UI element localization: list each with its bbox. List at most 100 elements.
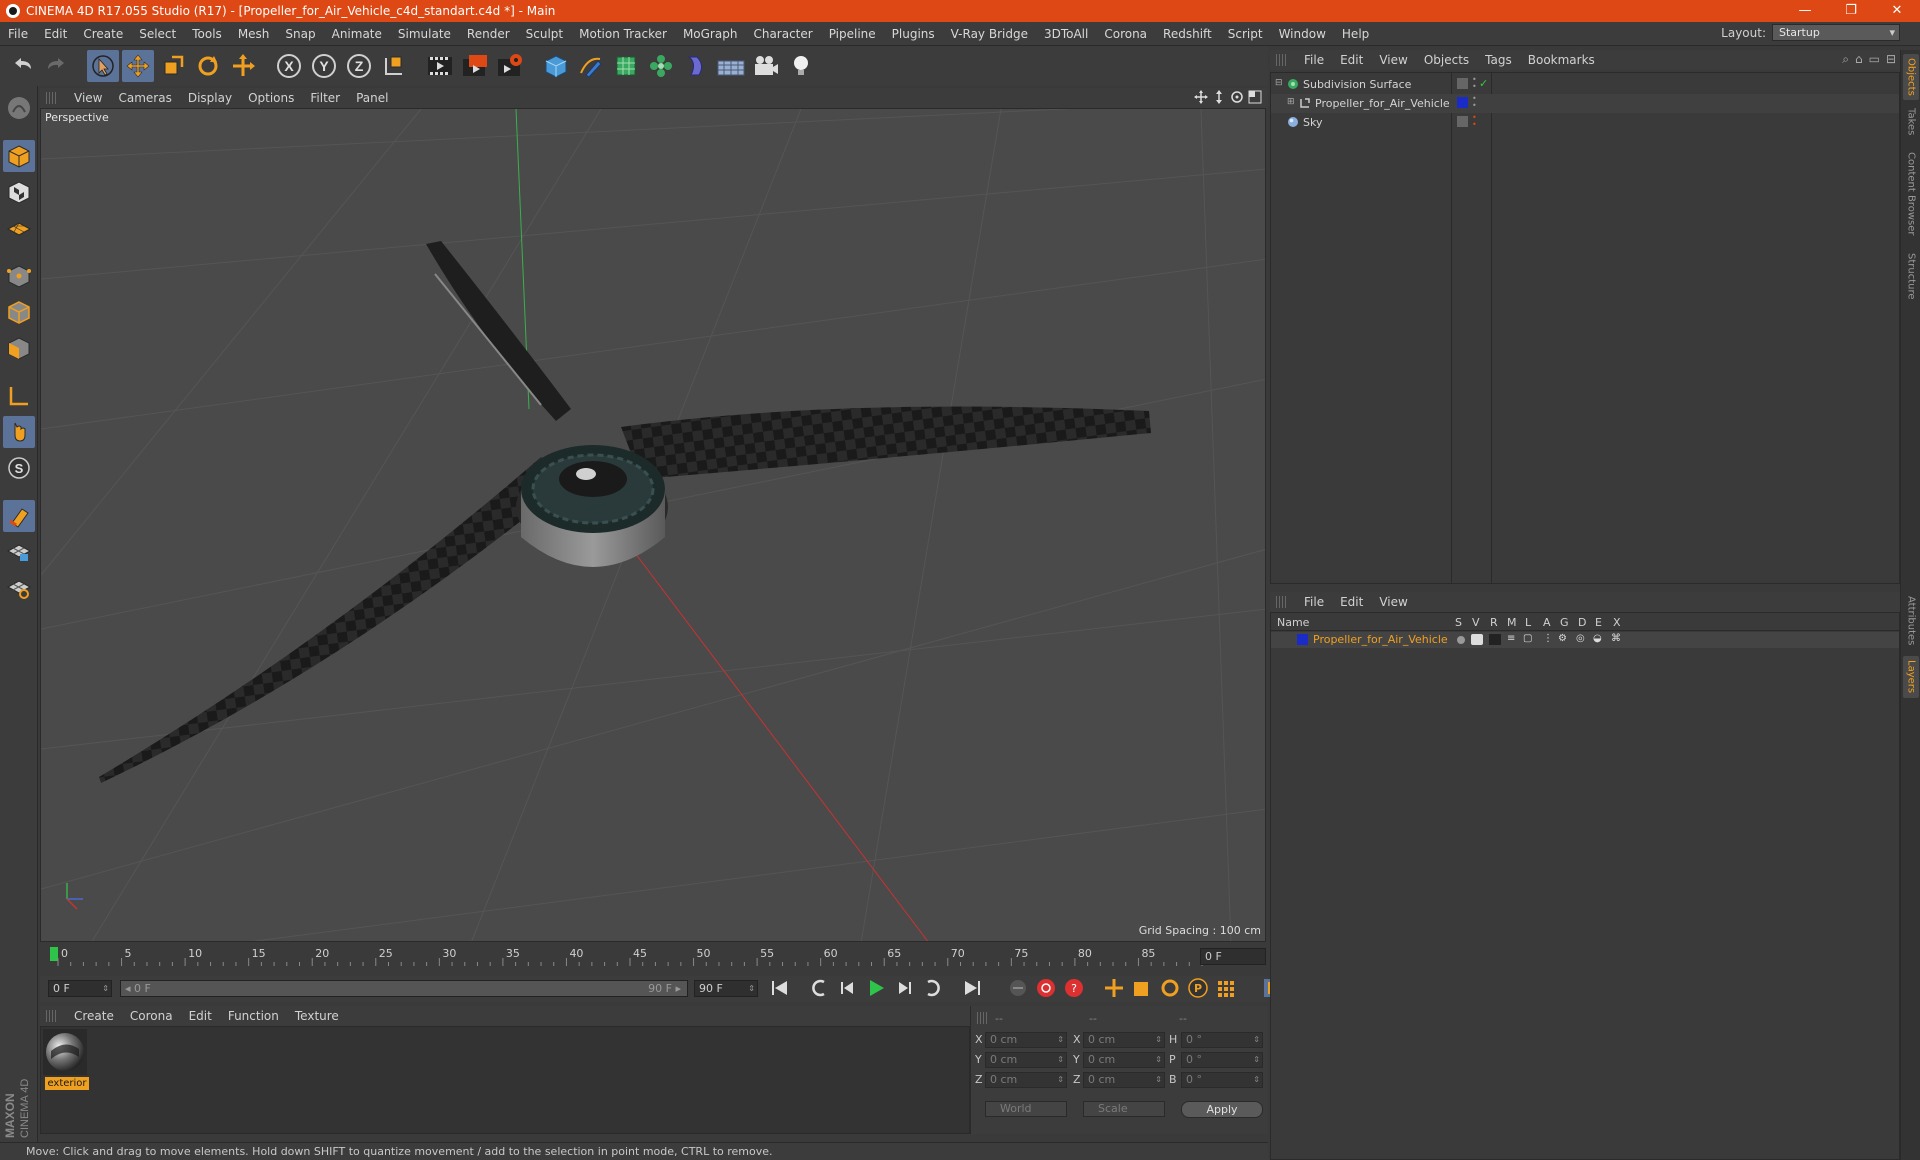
workplane-mode-icon[interactable] <box>3 212 35 244</box>
layer-menu-file[interactable]: File <box>1296 595 1332 609</box>
layer-col-generators[interactable]: G <box>1560 616 1569 629</box>
tab-takes[interactable]: Takes <box>1903 104 1919 140</box>
object-menu-bookmarks[interactable]: Bookmarks <box>1520 53 1603 67</box>
render-picture-viewer-icon[interactable] <box>459 50 491 82</box>
undo-icon[interactable] <box>6 50 38 82</box>
coord-mode-dropdown[interactable]: Scale <box>1083 1101 1165 1117</box>
layer-col-solo[interactable]: S <box>1455 616 1462 629</box>
layer-view-icon[interactable] <box>1471 634 1483 645</box>
layer-solo-icon[interactable] <box>1457 636 1465 644</box>
live-transform-icon[interactable] <box>227 50 259 82</box>
coord-size-z-field[interactable]: 0 cm ⇕ <box>1083 1072 1165 1088</box>
scale-icon[interactable] <box>157 50 189 82</box>
material-panel-grip-icon[interactable] <box>46 1010 56 1022</box>
camera-icon[interactable] <box>750 50 782 82</box>
object-menu-objects[interactable]: Objects <box>1416 53 1477 67</box>
menu-window[interactable]: Window <box>1271 27 1334 41</box>
material-menu-corona[interactable]: Corona <box>122 1009 181 1023</box>
object-menu-view[interactable]: View <box>1371 53 1415 67</box>
menu-tools[interactable]: Tools <box>184 27 230 41</box>
edges-mode-icon[interactable] <box>3 296 35 328</box>
material-thumbnail-exterior[interactable]: exterior <box>43 1029 89 1090</box>
playhead[interactable] <box>50 947 58 961</box>
menu-help[interactable]: Help <box>1334 27 1377 41</box>
layer-expressions-icon[interactable]: ◒ <box>1593 633 1602 644</box>
menu-mograph[interactable]: MoGraph <box>675 27 746 41</box>
coord-rot-h-field[interactable]: 0 ° ⇕ <box>1181 1032 1263 1048</box>
object-home-icon[interactable]: ⌂ <box>1855 52 1863 67</box>
render-view-icon[interactable] <box>424 50 456 82</box>
layer-menu-view[interactable]: View <box>1371 595 1415 609</box>
timeline-ruler[interactable]: 051015202530354045505560657075808590 <box>40 944 1266 968</box>
object-back-icon[interactable]: ▭ <box>1869 52 1880 67</box>
next-frame-icon[interactable] <box>892 977 916 999</box>
snap-icon[interactable] <box>2 500 35 532</box>
object-search-icon[interactable]: ⌕ <box>1842 52 1849 67</box>
solo-mode-icon[interactable]: S <box>3 452 35 484</box>
y-axis-icon[interactable]: Y <box>308 50 340 82</box>
layer-xref-icon[interactable]: ⌘ <box>1611 633 1621 644</box>
object-panel-grip-icon[interactable] <box>1276 54 1286 66</box>
layer-manager-icon[interactable]: ≡ <box>1507 633 1515 644</box>
play-forward-icon[interactable] <box>864 977 888 999</box>
layer-col-xref[interactable]: X <box>1613 616 1621 629</box>
texture-mode-icon[interactable] <box>3 176 35 208</box>
layer-menu-edit[interactable]: Edit <box>1332 595 1371 609</box>
select-icon[interactable] <box>87 50 119 82</box>
minimize-button[interactable]: — <box>1782 0 1828 22</box>
coordinates-panel-grip-icon[interactable] <box>977 1012 987 1024</box>
viewport-menu-view[interactable]: View <box>66 91 110 105</box>
grid-snap-icon[interactable] <box>3 572 35 604</box>
layer-row-propeller[interactable]: Propeller_for_Air_Vehicle ≡ ▢ ⋮ ⚙ ◎ ◒ ⌘ <box>1271 632 1899 648</box>
coord-pos-y-field[interactable]: 0 cm ⇕ <box>985 1052 1067 1068</box>
tab-layers[interactable]: Layers <box>1903 656 1919 698</box>
apply-button[interactable]: Apply <box>1181 1101 1263 1118</box>
menu-plugins[interactable]: Plugins <box>884 27 943 41</box>
points-mode-icon[interactable] <box>3 260 35 292</box>
maximize-view-icon[interactable] <box>1248 90 1262 104</box>
material-menu-edit[interactable]: Edit <box>181 1009 220 1023</box>
zoom-view-icon[interactable] <box>1212 90 1226 104</box>
layer-swatch-icon[interactable] <box>1457 78 1468 89</box>
menu-create[interactable]: Create <box>75 27 131 41</box>
axis-mode-icon[interactable] <box>3 380 35 412</box>
rotate-icon[interactable] <box>192 50 224 82</box>
frame-range-slider[interactable]: ◂ 0 F 90 F ▸ <box>120 980 688 997</box>
go-to-start-icon[interactable] <box>768 977 792 999</box>
coordinate-system-icon[interactable] <box>378 50 410 82</box>
redo-icon[interactable] <box>41 50 73 82</box>
cube-icon[interactable] <box>540 50 572 82</box>
key-scale-icon[interactable] <box>1130 977 1154 999</box>
layer-animation-icon[interactable]: ⋮ <box>1543 633 1553 644</box>
menu-snap[interactable]: Snap <box>277 27 323 41</box>
motion-path-icon[interactable] <box>1006 977 1030 999</box>
polygons-mode-icon[interactable] <box>3 332 35 364</box>
current-frame-field[interactable]: 0 F <box>1200 948 1266 965</box>
cloner-icon[interactable] <box>645 50 677 82</box>
layer-swatch-icon[interactable] <box>1457 116 1468 127</box>
layer-render-icon[interactable] <box>1489 634 1501 645</box>
object-menu-file[interactable]: File <box>1296 53 1332 67</box>
next-key-icon[interactable] <box>920 977 944 999</box>
layer-deformers-icon[interactable]: ◎ <box>1576 633 1585 644</box>
menu-render[interactable]: Render <box>459 27 518 41</box>
pan-view-icon[interactable] <box>1194 90 1208 104</box>
make-editable-icon[interactable] <box>3 92 35 124</box>
tab-content-browser[interactable]: Content Browser <box>1903 144 1919 244</box>
coord-pos-z-field[interactable]: 0 cm ⇕ <box>985 1072 1067 1088</box>
key-parameter-icon[interactable]: P <box>1186 977 1210 999</box>
key-position-icon[interactable] <box>1102 977 1126 999</box>
menu-pipeline[interactable]: Pipeline <box>821 27 884 41</box>
visibility-dots-icon[interactable]: • • <box>1472 76 1477 91</box>
subdivision-icon[interactable] <box>610 50 642 82</box>
grid-lock-icon[interactable] <box>3 536 35 568</box>
layer-col-manager[interactable]: M <box>1507 616 1517 629</box>
menu-character[interactable]: Character <box>745 27 820 41</box>
coord-rot-b-field[interactable]: 0 ° ⇕ <box>1181 1072 1263 1088</box>
menu-edit[interactable]: Edit <box>36 27 75 41</box>
material-menu-create[interactable]: Create <box>66 1009 122 1023</box>
collapse-toggle-icon[interactable]: ⊟ <box>1275 78 1283 88</box>
viewport-menu-panel[interactable]: Panel <box>348 91 396 105</box>
layer-generators-icon[interactable]: ⚙ <box>1558 633 1567 644</box>
menu-corona[interactable]: Corona <box>1096 27 1155 41</box>
